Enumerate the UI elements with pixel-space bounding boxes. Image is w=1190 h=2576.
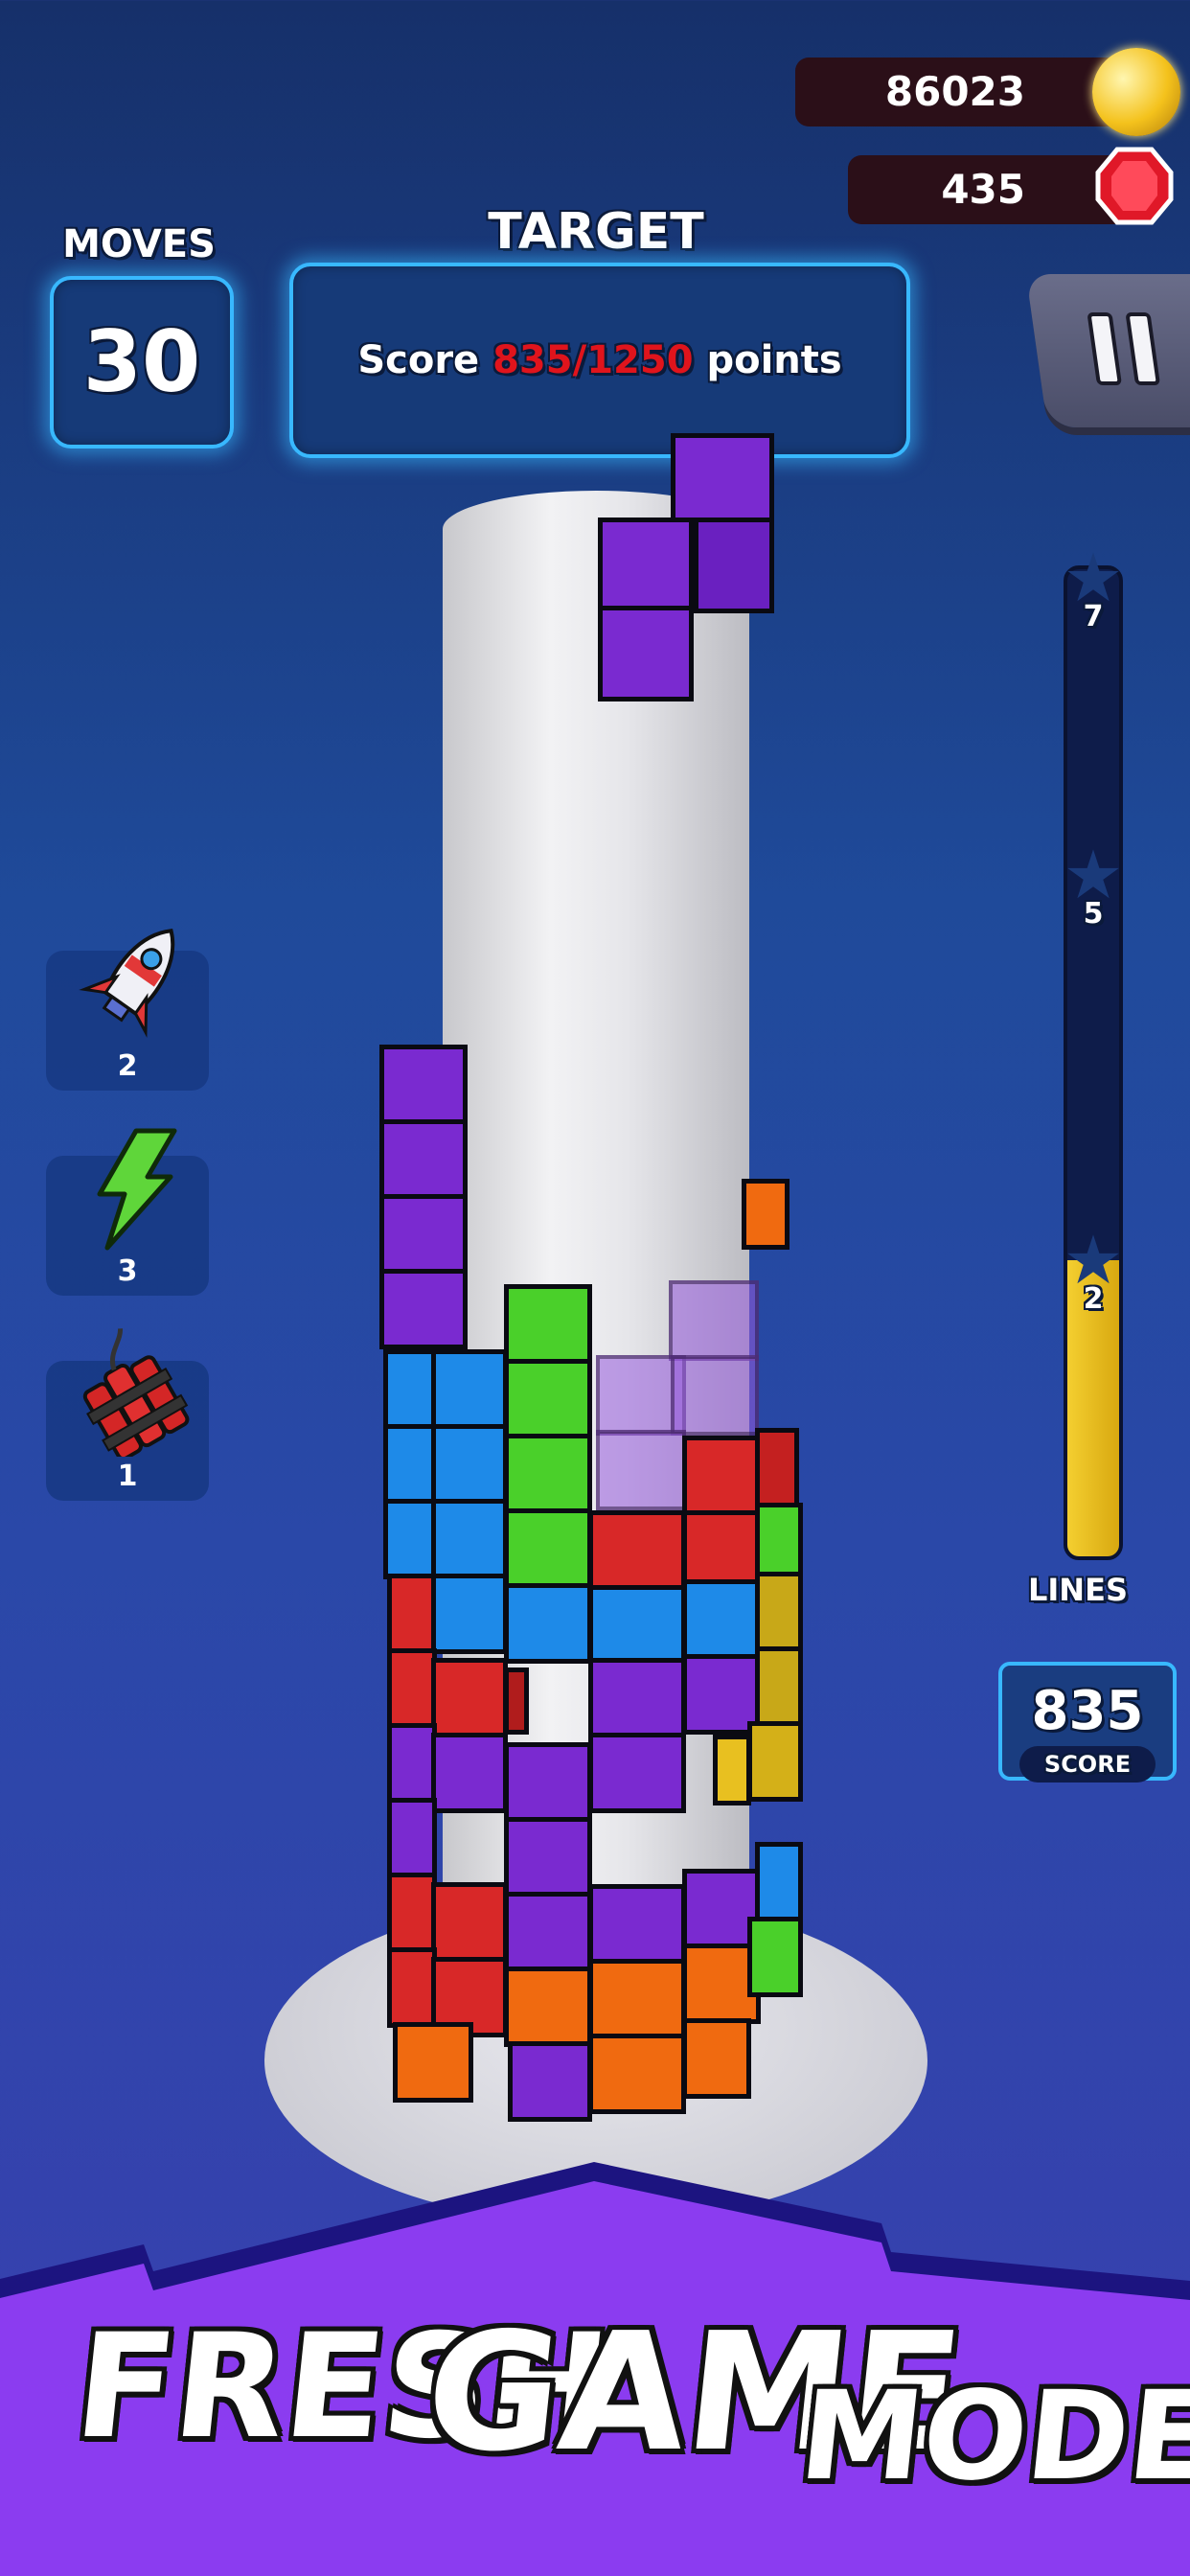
tower-block	[431, 1882, 508, 1963]
tower-block	[504, 1742, 592, 1823]
tower-block	[383, 1349, 437, 1430]
tower-block	[755, 1572, 803, 1652]
tower-block	[379, 1269, 468, 1349]
tower-block	[379, 1194, 468, 1275]
tower-block	[431, 1499, 508, 1579]
tower-block	[379, 1045, 468, 1125]
coin-counter: 86023	[795, 58, 1140, 126]
tower-block	[383, 1424, 437, 1505]
tower-block	[504, 1966, 592, 2047]
tower-block	[682, 1436, 761, 1516]
gem-icon	[1094, 146, 1175, 226]
tower-block	[504, 1668, 529, 1735]
target-score: 835/1250	[492, 338, 694, 382]
tower-block	[588, 1585, 686, 1666]
pause-icon	[1087, 312, 1164, 385]
tower-block	[588, 1884, 686, 1965]
falling-block	[694, 518, 774, 613]
tower-block	[755, 1842, 803, 1922]
tower-block	[431, 1574, 508, 1654]
tower-block	[387, 1648, 437, 1729]
tower-block	[431, 1733, 508, 1813]
tower-block	[755, 1428, 799, 1508]
tower-block	[504, 1359, 592, 1439]
ghost-block	[596, 1430, 686, 1510]
tower-block	[387, 1723, 437, 1804]
ghost-block	[669, 1280, 759, 1361]
tower-block	[508, 2041, 592, 2122]
target-prefix: Score	[357, 338, 493, 382]
tower-block	[588, 1658, 686, 1738]
tower-block	[747, 1917, 803, 1997]
target-label: TARGET	[488, 203, 704, 261]
tower-block	[742, 1179, 790, 1250]
pause-button[interactable]	[1025, 274, 1190, 427]
tower-block	[504, 1892, 592, 1972]
coin-icon	[1092, 48, 1180, 136]
tower-block	[431, 1424, 508, 1505]
banner-word-modes: MODES	[793, 2365, 1190, 2508]
tower-block	[682, 1579, 761, 1660]
tower-block	[383, 1499, 437, 1579]
tower-block	[588, 2034, 686, 2114]
falling-block	[671, 433, 774, 525]
tower-block	[682, 2018, 751, 2099]
tower-block	[387, 1947, 437, 2028]
tower-block	[588, 1959, 686, 2039]
tower-block	[504, 1583, 592, 1664]
falling-block	[598, 606, 694, 702]
tower-block	[504, 1284, 592, 1365]
tower-block	[431, 1349, 508, 1430]
tower-scene	[0, 422, 1190, 2223]
tower-block	[504, 1508, 592, 1589]
moves-label: MOVES	[62, 222, 216, 266]
target-suffix: points	[693, 338, 842, 382]
tower-block	[379, 1119, 468, 1200]
tower-block	[588, 1733, 686, 1813]
tower-block	[504, 1434, 592, 1514]
tower-block	[755, 1646, 803, 1727]
moves-value: 30	[82, 312, 201, 411]
promo-banner: FRESH GAME MODES	[0, 2156, 1190, 2576]
ghost-block	[671, 1355, 759, 1436]
tower-block	[713, 1735, 751, 1806]
tower-block	[387, 1798, 437, 1878]
tower-block	[588, 1510, 686, 1591]
tower-block	[387, 1574, 437, 1654]
tower-block	[504, 1817, 592, 1898]
tower-block	[747, 1721, 803, 1802]
falling-block	[598, 518, 694, 613]
coin-count: 86023	[884, 68, 1025, 115]
tower-block	[431, 1658, 508, 1738]
tower-block	[393, 2022, 473, 2103]
tower-block	[387, 1873, 437, 1953]
gem-count: 435	[941, 166, 1025, 213]
